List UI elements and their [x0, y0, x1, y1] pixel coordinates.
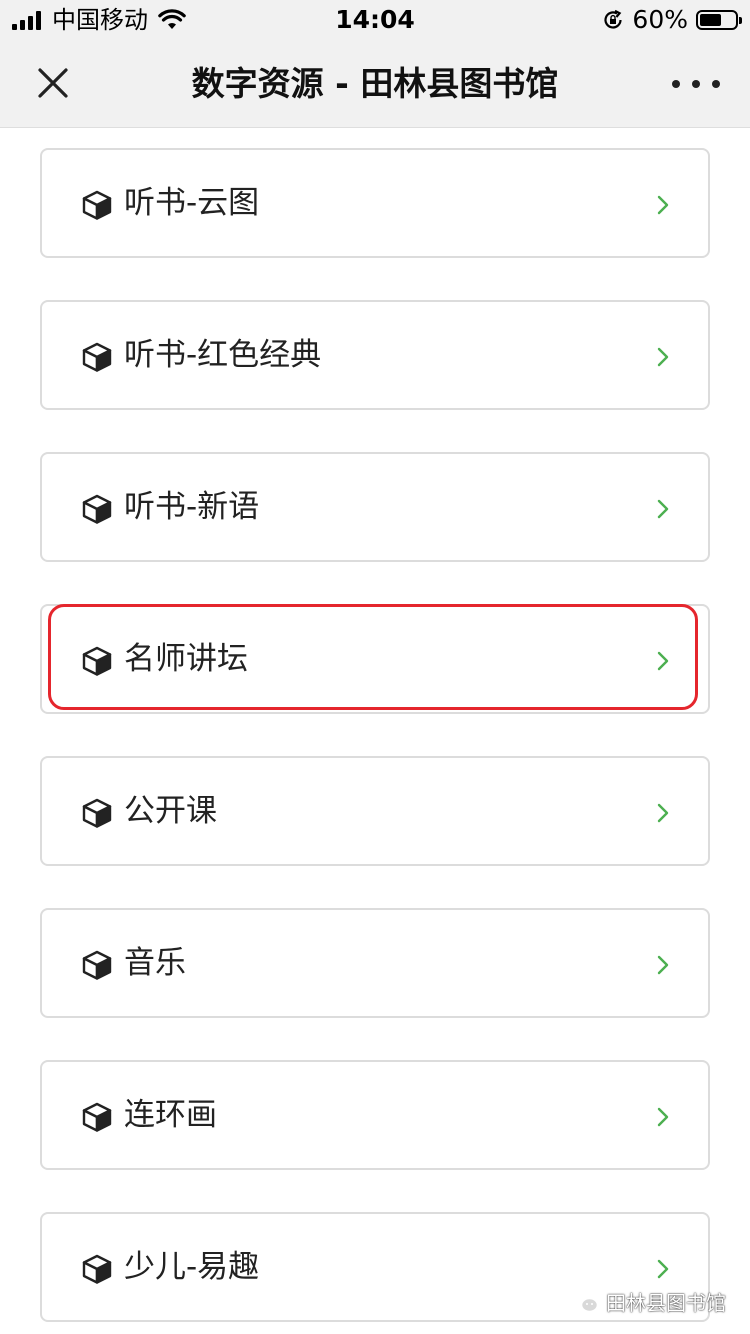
- chevron-right-icon: [657, 195, 669, 215]
- cube-icon: [82, 646, 112, 676]
- cube-icon: [82, 798, 112, 828]
- page-title: 数字资源 - 田林县图书馆: [191, 64, 559, 103]
- list-item-label: 连环画: [124, 1097, 217, 1133]
- cube-icon: [82, 950, 112, 980]
- battery-icon: [696, 10, 742, 30]
- list-item[interactable]: 听书-云图: [40, 148, 710, 258]
- battery-fill: [700, 14, 721, 26]
- status-right: 60%: [602, 5, 742, 35]
- watermark: 田林县图书馆: [570, 1287, 726, 1316]
- wechat-icon: [570, 1290, 599, 1312]
- list-item-label: 听书-新语: [124, 489, 260, 525]
- cube-icon: [82, 1254, 112, 1284]
- chevron-right-icon: [657, 1259, 669, 1279]
- chevron-right-icon: [657, 499, 669, 519]
- more-icon[interactable]: [672, 62, 720, 106]
- nav-bar: 数字资源 - 田林县图书馆: [0, 40, 750, 128]
- chevron-right-icon: [657, 1107, 669, 1127]
- cube-icon: [82, 190, 112, 220]
- chevron-right-icon: [657, 803, 669, 823]
- list-item[interactable]: 听书-新语: [40, 452, 710, 562]
- list-item[interactable]: 连环画: [40, 1060, 710, 1170]
- list-item-label: 少儿-易趣: [124, 1249, 260, 1285]
- battery-percent: 60%: [632, 5, 688, 34]
- chevron-right-icon: [657, 651, 669, 671]
- list-item[interactable]: 公开课: [40, 756, 710, 866]
- close-icon[interactable]: [30, 62, 74, 106]
- chevron-right-icon: [657, 347, 669, 367]
- rotation-lock-icon: [604, 9, 623, 29]
- list-item-label: 听书-红色经典: [124, 337, 322, 373]
- cube-icon: [82, 494, 112, 524]
- list-item[interactable]: 名师讲坛: [40, 604, 710, 714]
- status-bar: 中国移动 14:04 60%: [0, 0, 750, 40]
- list-item-label: 公开课: [124, 793, 217, 829]
- cube-icon: [82, 1102, 112, 1132]
- watermark-text: 田林县图书馆: [606, 1291, 726, 1315]
- list-item[interactable]: 听书-红色经典: [40, 300, 710, 410]
- list-item[interactable]: 音乐: [40, 908, 710, 1018]
- list-item-label: 听书-云图: [124, 185, 260, 221]
- list-item-label: 名师讲坛: [124, 641, 248, 677]
- list-item-label: 音乐: [124, 945, 186, 981]
- chevron-right-icon: [657, 955, 669, 975]
- page: 中国移动 14:04 60% 数字资源 - 田林县图书馆 听书-云图 听书-红色…: [0, 0, 750, 1334]
- cube-icon: [82, 342, 112, 372]
